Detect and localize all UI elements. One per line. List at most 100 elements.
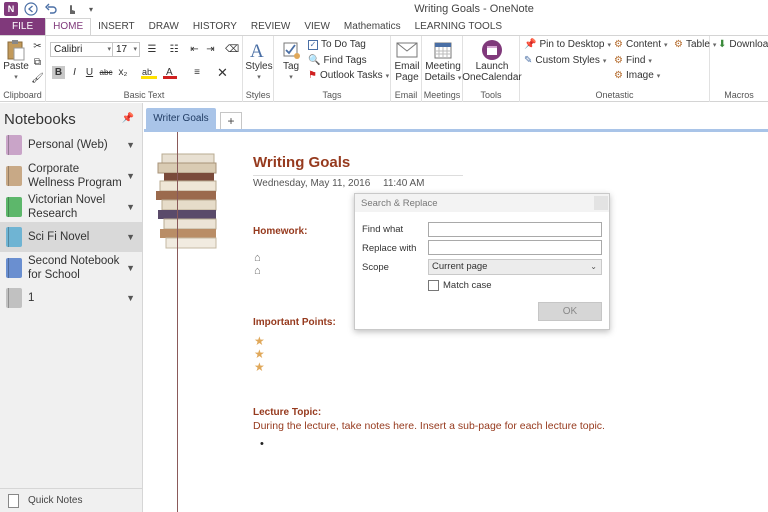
paste-label: Paste <box>3 61 29 72</box>
notebooks-header: Notebooks <box>4 111 76 128</box>
table-icon: ⚙ <box>674 39 683 50</box>
strikethrough-button[interactable]: abc <box>97 66 115 79</box>
notebook-item[interactable]: Personal (Web) ▼ <box>0 133 142 157</box>
match-case-checkbox[interactable] <box>428 280 439 291</box>
dialog-title: Search & Replace <box>361 198 438 209</box>
checkbox-icon: ✓ <box>308 39 318 50</box>
clear-formatting-icon[interactable]: ⌫ <box>225 43 239 56</box>
chevron-down-icon[interactable]: ▼ <box>126 140 135 150</box>
onetastic-group-label: Onetastic <box>595 90 634 100</box>
custom-styles-button[interactable]: ✎ Custom Styles ▾ <box>524 55 606 66</box>
clipboard-group: Paste ▾ ✂ ⧉ 🖌 Clipboard <box>0 36 46 102</box>
paste-icon <box>5 39 27 61</box>
quick-notes-label: Quick Notes <box>28 495 83 506</box>
page-title[interactable]: Writing Goals <box>253 154 350 171</box>
styles-group: A Styles ▾ Styles <box>243 36 274 102</box>
tools-group-label: Tools <box>480 90 502 100</box>
macros-group: ⬇ Downloa Macros <box>710 36 768 102</box>
notebook-item[interactable]: Victorian Novel Research ▼ <box>0 192 142 222</box>
tab-learning-tools[interactable]: LEARNING TOOLS <box>408 18 509 36</box>
email-page-button[interactable]: Email Page <box>393 39 421 83</box>
chevron-down-icon[interactable]: ▼ <box>126 263 135 273</box>
tag-button[interactable]: Tag ▾ <box>278 39 304 83</box>
copy-icon[interactable]: ⧉ <box>31 56 44 69</box>
ribbon-tabs: FILE HOME INSERT DRAW HISTORY REVIEW VIE… <box>0 18 768 36</box>
italic-button[interactable]: I <box>68 66 81 79</box>
home-icon: ⌂ <box>254 265 261 277</box>
font-color-icon[interactable]: A <box>162 66 178 79</box>
svg-text:ab: ab <box>142 67 152 77</box>
delete-icon[interactable]: ✕ <box>216 66 229 79</box>
font-size-box[interactable]: 17 ▾ <box>112 42 140 57</box>
increase-indent-icon[interactable]: ⇥ <box>204 43 217 56</box>
tab-review[interactable]: REVIEW <box>244 18 297 36</box>
tab-file[interactable]: FILE <box>0 18 46 36</box>
title-divider <box>253 175 463 176</box>
close-button[interactable] <box>594 196 608 210</box>
find-what-input[interactable] <box>428 222 602 237</box>
notebook-icon <box>6 288 22 308</box>
highlight-icon[interactable]: ab <box>140 66 158 79</box>
important-points-heading[interactable]: Important Points: <box>253 317 336 328</box>
bold-button[interactable]: B <box>52 66 65 79</box>
homework-heading[interactable]: Homework: <box>253 226 307 237</box>
find-button[interactable]: ⚙ Find ▾ <box>614 55 652 66</box>
image-button[interactable]: ⚙ Image ▾ <box>614 70 660 81</box>
notebook-item[interactable]: Corporate Wellness Program ▼ <box>0 161 142 191</box>
notebook-item[interactable]: Second Notebook for School ▼ <box>0 253 142 283</box>
home-icon: ⌂ <box>254 252 261 264</box>
flag-icon: ⚑ <box>308 70 317 81</box>
replace-with-input[interactable] <box>428 240 602 255</box>
underline-button[interactable]: U <box>83 66 96 79</box>
tab-insert[interactable]: INSERT <box>91 18 142 36</box>
page-date: Wednesday, May 11, 2016 <box>253 178 371 189</box>
scope-select[interactable]: Current page ⌄ <box>428 259 602 275</box>
notebook-item[interactable]: 1 ▼ <box>0 286 142 310</box>
tab-draw[interactable]: DRAW <box>142 18 186 36</box>
tab-history[interactable]: HISTORY <box>186 18 244 36</box>
outlook-tasks-button[interactable]: ⚑ Outlook Tasks ▾ <box>308 70 389 81</box>
search-replace-dialog: Search & Replace Find what Replace with … <box>354 193 610 330</box>
quick-notes[interactable]: Quick Notes <box>0 488 142 512</box>
content-button[interactable]: ⚙ Content ▾ <box>614 39 668 50</box>
section-tabs: Writer Goals + <box>144 103 768 132</box>
notebook-label: Sci Fi Novel <box>28 231 90 243</box>
custom-styles-icon: ✎ <box>524 55 533 66</box>
ribbon: Paste ▾ ✂ ⧉ 🖌 Clipboard Calibri ▾ 17 ▾ ☰ ☷… <box>0 35 768 102</box>
cut-icon[interactable]: ✂ <box>31 40 44 53</box>
bullets-icon[interactable]: ☰ <box>142 43 162 56</box>
paste-button[interactable]: Paste ▾ <box>3 39 29 83</box>
launch-onecalendar-button[interactable]: Launch OneCalendar <box>462 39 522 83</box>
pin-to-desktop-button[interactable]: 📌 Pin to Desktop ▾ <box>524 39 611 50</box>
numbering-icon[interactable]: ☷ <box>164 43 184 56</box>
styles-button[interactable]: A Styles ▾ <box>245 39 273 83</box>
bullet-point[interactable]: • <box>260 438 264 450</box>
tab-view[interactable]: VIEW <box>297 18 337 36</box>
notebook-icon <box>6 258 22 278</box>
notebook-icon <box>6 227 22 247</box>
font-name-box[interactable]: Calibri ▾ <box>50 42 114 57</box>
lecture-instructions[interactable]: During the lecture, take notes here. Ins… <box>253 420 605 432</box>
pin-pane-icon[interactable]: 📌 <box>122 113 134 124</box>
download-macros-button[interactable]: ⬇ Downloa <box>718 39 768 50</box>
lecture-topic-heading[interactable]: Lecture Topic: <box>253 407 321 418</box>
tab-mathematics[interactable]: Mathematics <box>337 18 408 36</box>
image-icon: ⚙ <box>614 70 623 81</box>
align-icon[interactable]: ≡ <box>188 66 206 79</box>
subscript-button[interactable]: x₂ <box>115 66 131 79</box>
add-section-button[interactable]: + <box>220 112 242 130</box>
chevron-down-icon[interactable]: ▼ <box>126 232 135 242</box>
dialog-title-bar[interactable]: Search & Replace <box>355 194 609 212</box>
chevron-down-icon[interactable]: ▼ <box>126 171 135 181</box>
tab-home[interactable]: HOME <box>45 18 92 36</box>
chevron-down-icon[interactable]: ▼ <box>126 293 135 303</box>
title-bar: N ▾ Writing Goals - OneNote <box>0 0 768 18</box>
chevron-down-icon[interactable]: ▼ <box>126 202 135 212</box>
meeting-details-button[interactable]: Meeting Details ▾ <box>424 39 462 84</box>
find-tags-button[interactable]: 🔍 Find Tags <box>308 55 367 66</box>
notebook-item[interactable]: Sci Fi Novel ▼ <box>0 222 142 252</box>
format-painter-icon[interactable]: 🖌 <box>31 72 44 85</box>
to-do-tag-button[interactable]: ✓ To Do Tag <box>308 39 366 50</box>
decrease-indent-icon[interactable]: ⇤ <box>188 43 201 56</box>
ok-button[interactable]: OK <box>538 302 602 321</box>
